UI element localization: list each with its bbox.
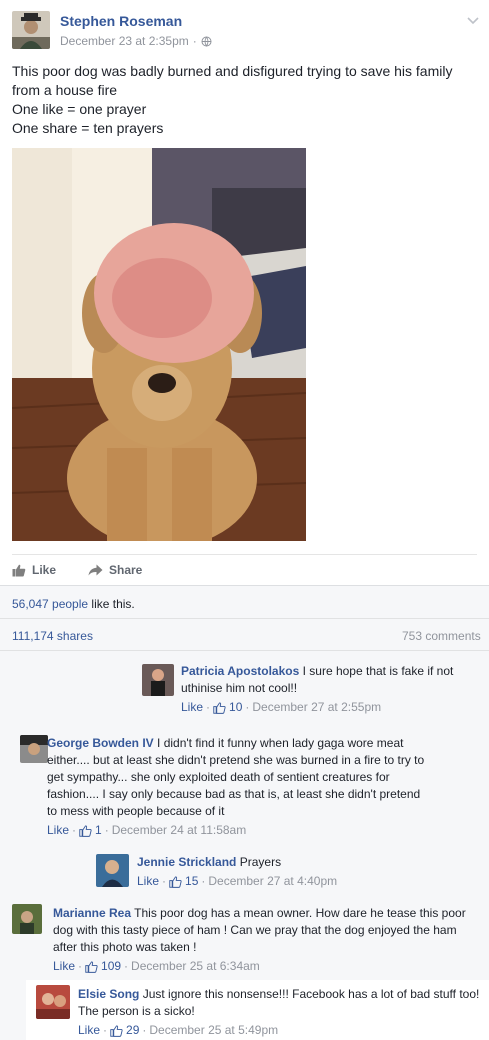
shares-count-link[interactable]: 111,174 shares: [12, 629, 93, 643]
commenter-avatar[interactable]: [36, 985, 70, 1019]
commenter-name[interactable]: George Bowden IV: [47, 736, 154, 750]
comment-meta: Like · 15 · December 27 at 4:40pm: [137, 873, 401, 890]
author-avatar-image: [12, 11, 50, 49]
dog-photo-image: [12, 148, 306, 541]
comment-text-line: I sure hope that is fake if not: [302, 664, 454, 678]
comment-like-count[interactable]: 109: [101, 958, 121, 975]
commenter-name[interactable]: Jennie Strickland: [137, 855, 236, 869]
comment-like-count[interactable]: 10: [229, 699, 242, 716]
comment-meta: Like · 10 · December 27 at 2:55pm: [181, 699, 471, 716]
separator-dot: ·: [206, 700, 211, 714]
comment-meta: Like · 29 · December 25 at 5:49pm: [78, 1022, 488, 1039]
comment-date[interactable]: December 24 at 11:58am: [112, 822, 247, 839]
post-date[interactable]: December 23 at 2:35pm: [60, 34, 189, 48]
comment: Marianne Rea This poor dog has a mean ow…: [0, 897, 489, 977]
comment-text-line: dog with this tasty piece of ham ! Can w…: [53, 923, 457, 937]
likes-summary: 56,047 people like this.: [12, 597, 135, 611]
separator-dot: ·: [72, 823, 77, 837]
comment-body: Elsie Song Just ignore this nonsense!!! …: [78, 986, 488, 1039]
thumbs-up-icon: [169, 875, 182, 888]
comment-text-line: get sympathy... she only exploited death…: [47, 770, 390, 784]
comment-like-link[interactable]: Like: [78, 1022, 100, 1039]
comment-meta: Like · 109 · December 25 at 6:34am: [53, 958, 483, 975]
thumbs-up-icon: [85, 960, 98, 973]
post-text-line: One share = ten prayers: [12, 120, 164, 136]
comment-like-count[interactable]: 1: [95, 822, 102, 839]
divider: [0, 618, 489, 619]
commenter-avatar[interactable]: [142, 664, 174, 696]
commenter-name[interactable]: Patricia Apostolakos: [181, 664, 299, 678]
comment-date[interactable]: December 27 at 4:40pm: [208, 873, 337, 890]
post-text: This poor dog was badly burned and disfi…: [12, 62, 482, 138]
thumbs-up-icon: [213, 701, 226, 714]
comment-like-link[interactable]: Like: [47, 822, 69, 839]
comment-like-link[interactable]: Like: [53, 958, 75, 975]
comment-date[interactable]: December 25 at 6:34am: [131, 958, 260, 975]
comment: George Bowden IV I didn't find it funny …: [12, 727, 450, 837]
comment-text-line: uthinise him not cool!!: [181, 681, 298, 695]
post-options-chevron-icon[interactable]: [467, 12, 479, 30]
post-card: Stephen Roseman December 23 at 2:35pm · …: [0, 0, 489, 1040]
author-name[interactable]: Stephen Roseman: [60, 13, 182, 29]
comment-text-line: after this photo was taken !: [53, 940, 197, 954]
post-text-line: This poor dog was badly burned and disfi…: [12, 63, 453, 79]
comment-like-count[interactable]: 29: [126, 1022, 139, 1039]
post-photo[interactable]: [12, 148, 306, 541]
thumbs-up-icon: [12, 564, 26, 576]
separator-dot: ·: [124, 959, 129, 973]
comments-count-link[interactable]: 753 comments: [402, 629, 481, 643]
comment-text-line: fashion.... I say only because bad as th…: [47, 787, 421, 801]
likes-suffix: like this.: [91, 597, 135, 611]
comment-date[interactable]: December 25 at 5:49pm: [149, 1022, 278, 1039]
commenter-avatar[interactable]: [12, 904, 42, 934]
likes-count-link[interactable]: 56,047 people: [12, 597, 88, 611]
comment-body: Marianne Rea This poor dog has a mean ow…: [53, 905, 483, 975]
thumbs-up-icon: [79, 824, 92, 837]
post-text-line: from a house fire: [12, 82, 118, 98]
comment-text-line: to mess with people because of it: [47, 804, 225, 818]
separator-dot: ·: [162, 874, 167, 888]
comment-text-line: Prayers: [239, 855, 282, 869]
ufi-top-border: [0, 585, 489, 586]
comment: Patricia Apostolakos I sure hope that is…: [134, 656, 474, 716]
separator-dot: ·: [78, 959, 83, 973]
commenter-name[interactable]: Marianne Rea: [53, 906, 131, 920]
comment-like-link[interactable]: Like: [137, 873, 159, 890]
commenter-avatar[interactable]: [20, 735, 48, 763]
comment: Jennie Strickland Prayers Like · 15 · Dece…: [88, 847, 404, 893]
commenter-name[interactable]: Elsie Song: [78, 987, 139, 1001]
comment-text-line: This poor dog has a mean owner. How dare…: [134, 906, 466, 920]
share-arrow-icon: [88, 564, 103, 576]
share-button-label: Share: [109, 563, 143, 577]
like-button[interactable]: Like: [12, 563, 56, 577]
post-timestamp[interactable]: December 23 at 2:35pm ·: [60, 34, 212, 48]
comment-date[interactable]: December 27 at 2:55pm: [252, 699, 381, 716]
separator-dot: ·: [104, 823, 109, 837]
comment-meta: Like · 1 · December 24 at 11:58am: [47, 822, 447, 839]
separator-dot: ·: [103, 1023, 108, 1037]
separator-dot: ·: [142, 1023, 147, 1037]
comment-like-link[interactable]: Like: [181, 699, 203, 716]
like-button-label: Like: [32, 563, 57, 577]
globe-icon: [201, 36, 212, 47]
separator-dot: ·: [201, 874, 206, 888]
separator-dot: ·: [245, 700, 250, 714]
comment-text-line: Just ignore this nonsense!!! Facebook ha…: [142, 987, 480, 1001]
author-avatar[interactable]: [12, 11, 50, 49]
separator-dot: ·: [192, 34, 197, 48]
thumbs-up-icon: [110, 1024, 123, 1037]
comment-text-line: either.... but at least she didn't prete…: [47, 753, 425, 767]
comment-body: Jennie Strickland Prayers Like · 15 · Dece…: [137, 854, 401, 890]
comment: Elsie Song Just ignore this nonsense!!! …: [26, 980, 489, 1040]
comment-body: Patricia Apostolakos I sure hope that is…: [181, 663, 471, 716]
comment-text-line: I didn't find it funny when lady gaga wo…: [157, 736, 404, 750]
share-button[interactable]: Share: [88, 563, 142, 577]
divider: [0, 650, 489, 651]
divider: [12, 554, 477, 555]
comment-like-count[interactable]: 15: [185, 873, 198, 890]
comment-text-line: The person is a sicko!: [78, 1004, 195, 1018]
commenter-avatar[interactable]: [96, 854, 129, 887]
comment-body: George Bowden IV I didn't find it funny …: [47, 735, 447, 839]
post-text-line: One like = one prayer: [12, 101, 147, 117]
